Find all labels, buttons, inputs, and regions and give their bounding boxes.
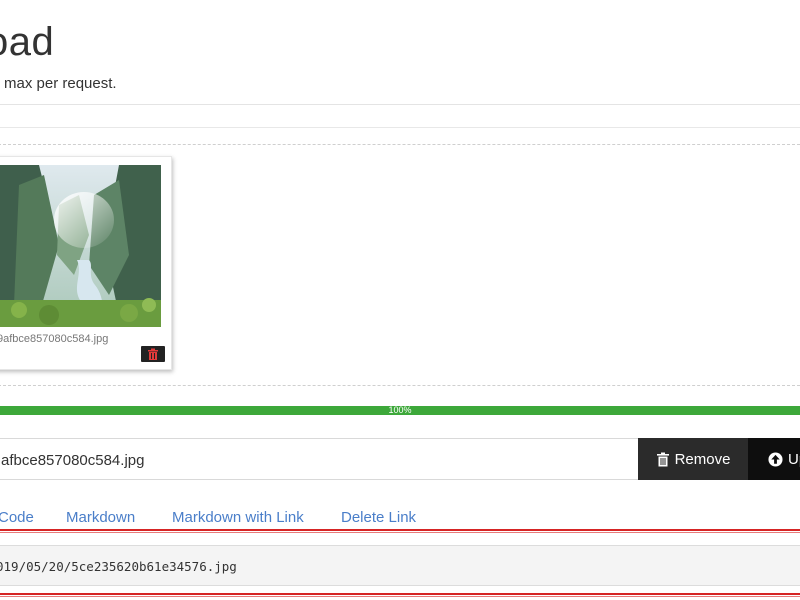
- upload-button[interactable]: Up: [748, 438, 800, 480]
- highlight-line: [0, 593, 800, 595]
- highlight-line: [0, 532, 800, 533]
- tab-markdown[interactable]: Markdown: [66, 509, 135, 526]
- highlight-line: [0, 529, 800, 531]
- result-code-text[interactable]: 019/05/20/5ce235620b61e34576.jpg: [0, 559, 237, 574]
- file-name-input[interactable]: afbce857080c584.jpg: [0, 438, 640, 480]
- divider: [0, 104, 800, 105]
- divider: [0, 127, 800, 128]
- trash-icon: [656, 452, 669, 466]
- delete-file-button[interactable]: [141, 346, 165, 362]
- progress-label: 100%: [388, 405, 412, 415]
- preview-file-name: 9afbce857080c584.jpg: [0, 333, 109, 345]
- trash-icon: [148, 348, 158, 360]
- tab-code[interactable]: Code: [0, 509, 34, 526]
- upload-progress-bar: 100%: [0, 405, 800, 415]
- remove-button-label: Remove: [674, 450, 731, 468]
- image-thumbnail: [0, 165, 161, 327]
- tab-delete-link[interactable]: Delete Link: [341, 509, 416, 526]
- page-subtitle: max per request.: [4, 75, 117, 92]
- tab-markdown-with-link[interactable]: Markdown with Link: [172, 509, 304, 526]
- highlight-line: [0, 596, 800, 597]
- link-format-tabs: Code Markdown Markdown with Link Delete …: [0, 509, 800, 529]
- remove-button[interactable]: Remove: [638, 438, 748, 480]
- file-name-value: afbce857080c584.jpg: [1, 452, 145, 469]
- file-preview-card: 9afbce857080c584.jpg: [0, 156, 172, 370]
- result-code-box[interactable]: 019/05/20/5ce235620b61e34576.jpg: [0, 545, 800, 586]
- upload-button-label: Up: [788, 450, 800, 468]
- upload-circle-icon: [768, 451, 783, 467]
- page-title: oad: [0, 20, 55, 64]
